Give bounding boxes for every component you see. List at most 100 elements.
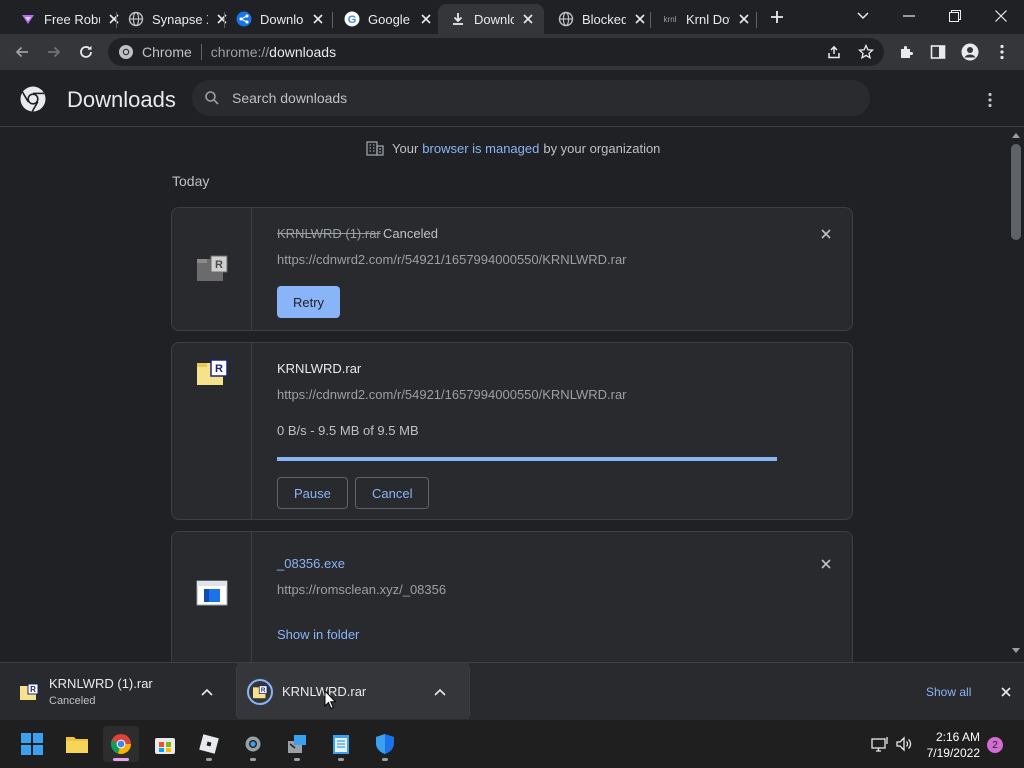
clock-date: 7/19/2022 <box>926 746 980 760</box>
tab-label: Synapse X <box>152 11 208 27</box>
share-button[interactable] <box>820 38 848 66</box>
globe-icon <box>558 11 574 27</box>
close-icon[interactable] <box>632 11 648 27</box>
start-button[interactable] <box>14 726 50 762</box>
close-icon[interactable] <box>736 11 752 27</box>
tab-downloads[interactable]: Downloads <box>438 4 544 34</box>
notification-badge[interactable]: 2 <box>987 737 1003 753</box>
download-status: Canceled <box>383 226 438 241</box>
file-icon-column: R <box>172 343 252 519</box>
running-indicator <box>382 758 388 761</box>
tab-label: Google <box>368 11 410 27</box>
remove-item-button[interactable] <box>818 226 834 242</box>
tab-free-robux[interactable]: Free Robux <box>8 4 122 34</box>
chrome-icon <box>119 45 133 59</box>
chrome-menu-button[interactable] <box>988 38 1016 66</box>
extensions-button[interactable] <box>892 38 920 66</box>
scrollbar-thumb[interactable] <box>1011 144 1021 240</box>
pause-button[interactable]: Pause <box>277 477 348 509</box>
omnibox-divider <box>200 44 202 60</box>
chrome-icon <box>110 734 131 754</box>
taskbar-security[interactable] <box>367 726 403 762</box>
google-icon: G <box>344 11 360 27</box>
tab-label: Download <box>260 11 304 27</box>
show-all-button[interactable]: Show all <box>926 685 971 699</box>
file-name[interactable]: KRNLWRD (1).rar <box>277 226 381 241</box>
tab-strip: Free Robux Synapse X Download G Google <box>0 0 1024 34</box>
new-tab-button[interactable] <box>766 6 788 28</box>
avatar-icon <box>961 43 979 61</box>
managed-link[interactable]: browser is managed <box>422 141 539 156</box>
taskbar-roblox[interactable] <box>191 726 227 762</box>
side-panel-icon <box>930 45 946 59</box>
cancel-button[interactable]: Cancel <box>355 477 430 509</box>
tab-synapse[interactable]: Synapse X <box>116 4 230 34</box>
forward-button[interactable] <box>40 38 68 66</box>
taskbar-chrome[interactable] <box>103 726 139 762</box>
network-icon[interactable] <box>870 734 890 754</box>
rar-archive-icon: R <box>196 359 228 385</box>
downloads-menu-button[interactable] <box>978 88 1002 112</box>
progress-fill <box>277 457 777 461</box>
taskbar-installer[interactable] <box>279 726 315 762</box>
restore-button[interactable] <box>932 0 978 32</box>
chevron-up-icon[interactable] <box>199 684 215 700</box>
file-name-link[interactable]: _08356.exe <box>277 556 345 571</box>
show-in-folder-link[interactable]: Show in folder <box>277 627 359 642</box>
tab-krnl[interactable]: krnl Krnl Download <box>650 4 752 34</box>
retry-button[interactable]: Retry <box>277 286 341 318</box>
tab-download-share[interactable]: Download <box>224 4 326 34</box>
file-name[interactable]: KRNLWRD.rar <box>277 361 361 376</box>
free-robux-favicon <box>20 11 36 27</box>
bookmark-button[interactable] <box>852 38 880 66</box>
tab-label: Blocked <box>582 11 626 27</box>
file-icon-column <box>172 532 252 662</box>
close-icon[interactable] <box>520 11 536 27</box>
system-clock[interactable]: 2:16 AM 7/19/2022 <box>924 729 980 761</box>
tab-label: Downloads <box>474 11 514 27</box>
shelf-item-name: KRNLWRD.rar <box>282 684 367 699</box>
chevron-up-icon[interactable] <box>432 684 448 700</box>
share-icon <box>828 45 840 59</box>
search-input[interactable] <box>232 90 832 106</box>
shelf-item-text: KRNLWRD (1).rar Canceled <box>49 676 199 707</box>
shelf-divider <box>469 667 470 716</box>
shelf-item-status: Canceled <box>49 695 96 707</box>
tab-blocked[interactable]: Blocked <box>546 4 648 34</box>
download-shelf: R KRNLWRD (1).rar Canceled R KRNLWRD.rar… <box>0 662 1024 720</box>
profile-button[interactable] <box>956 38 984 66</box>
taskbar-notepad[interactable] <box>323 726 359 762</box>
file-url[interactable]: https://romsclean.xyz/_08356 <box>277 582 446 597</box>
address-bar[interactable]: Chrome chrome://downloads <box>108 38 884 66</box>
tab-google[interactable]: G Google <box>332 4 434 34</box>
tab-search-button[interactable] <box>840 0 886 32</box>
scrollbar[interactable] <box>1008 128 1024 662</box>
tab-label: Krnl Download <box>686 11 730 27</box>
file-url[interactable]: https://cdnwrd2.com/r/54921/165799400055… <box>277 252 627 267</box>
close-icon[interactable] <box>310 11 326 27</box>
taskbar-settings[interactable] <box>235 726 271 762</box>
tab-label: Free Robux <box>44 11 100 27</box>
shelf-item-downloading[interactable]: R KRNLWRD.rar <box>237 663 469 720</box>
file-url[interactable]: https://cdnwrd2.com/r/54921/165799400055… <box>277 387 627 402</box>
taskbar-file-explorer[interactable] <box>59 726 95 762</box>
close-window-button[interactable] <box>978 0 1024 32</box>
minimize-button[interactable] <box>886 0 932 32</box>
site-label: Chrome <box>142 44 192 60</box>
side-panel-button[interactable] <box>924 38 952 66</box>
close-shelf-button[interactable] <box>998 684 1014 700</box>
reload-button[interactable] <box>72 38 100 66</box>
search-box[interactable] <box>192 80 870 116</box>
kebab-menu-icon <box>1000 44 1004 60</box>
svg-text:R: R <box>261 687 266 694</box>
building-icon <box>366 141 384 156</box>
url-path: downloads <box>269 44 337 60</box>
volume-icon[interactable] <box>894 734 914 754</box>
downloads-list: Your browser is managed by your organiza… <box>0 128 1008 662</box>
remove-item-button[interactable] <box>818 556 834 572</box>
close-icon[interactable] <box>418 11 434 27</box>
shelf-item-canceled[interactable]: R KRNLWRD (1).rar Canceled <box>18 663 230 720</box>
taskbar-store[interactable] <box>147 726 183 762</box>
scroll-down-arrow-icon <box>1012 648 1020 653</box>
back-button[interactable] <box>8 38 36 66</box>
